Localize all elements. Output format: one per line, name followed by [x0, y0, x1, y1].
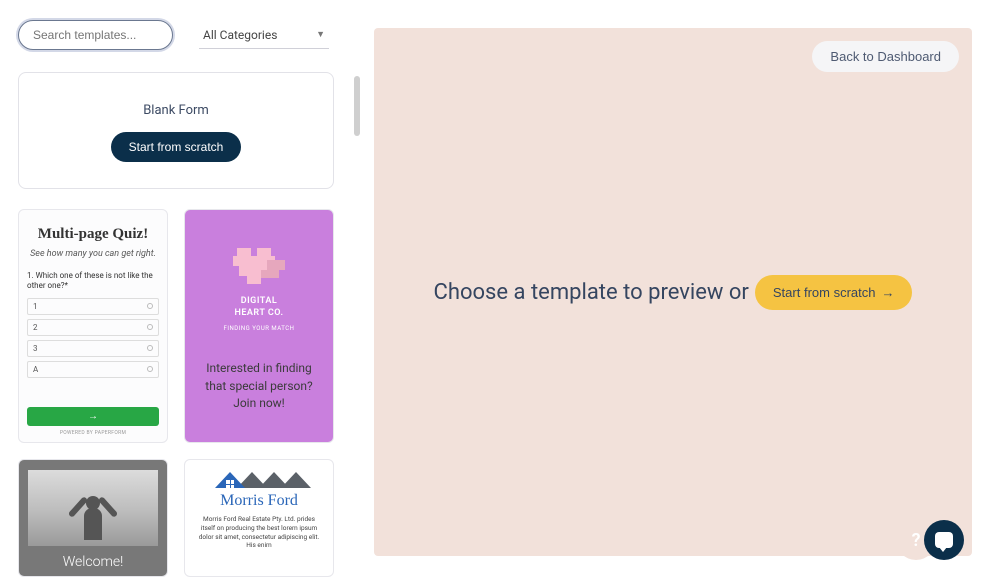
blank-form-title: Blank Form: [29, 103, 323, 118]
category-label: All Categories: [203, 28, 277, 42]
search-input[interactable]: [18, 20, 173, 50]
right-panel: Back to Dashboard Choose a template to p…: [360, 0, 982, 578]
category-select[interactable]: All Categories ▼: [199, 22, 329, 49]
radio-icon: [147, 345, 153, 351]
powered-by-label: POWERED BY PAPERFORM: [27, 430, 159, 436]
quiz-subtitle: See how many you can get right.: [27, 249, 159, 259]
radio-icon: [147, 303, 153, 309]
template-quiz-card[interactable]: Multi-page Quiz! See how many you can ge…: [18, 209, 168, 443]
radio-icon: [147, 366, 153, 372]
person-silhouette-icon: [68, 490, 118, 546]
heart-message: Interested in finding that special perso…: [195, 360, 323, 412]
chat-bubble-icon: [935, 532, 953, 548]
help-cluster: ?: [896, 520, 964, 560]
welcome-label: Welcome!: [63, 554, 124, 570]
blank-form-card: Blank Form Start from scratch: [18, 72, 334, 189]
search-row: All Categories ▼: [18, 20, 342, 50]
preview-area: Back to Dashboard Choose a template to p…: [374, 28, 972, 556]
quiz-option: 3: [27, 340, 159, 357]
quiz-option: A: [27, 361, 159, 378]
chat-button[interactable]: [924, 520, 964, 560]
heart-company-name: DIGITAL HEART CO.: [234, 296, 283, 319]
template-grid: Multi-page Quiz! See how many you can ge…: [18, 209, 338, 443]
scrollbar[interactable]: [354, 76, 360, 136]
template-grid-row2: Welcome! Morris Ford Morris Ford Real Es…: [18, 459, 338, 577]
chevron-down-icon: ▼: [316, 29, 325, 40]
start-pill-label: Start from scratch: [773, 285, 876, 300]
quiz-question: 1. Which one of these is not like the ot…: [27, 271, 159, 292]
template-heart-card[interactable]: DIGITAL HEART CO. FINDING YOUR MATCH Int…: [184, 209, 334, 443]
preview-center-row: Choose a template to preview or Start fr…: [434, 275, 913, 310]
roof-logo-icon: [215, 472, 303, 488]
heart-tagline: FINDING YOUR MATCH: [224, 325, 295, 332]
quiz-submit-bar: →: [27, 407, 159, 426]
radio-icon: [147, 324, 153, 330]
left-panel: All Categories ▼ Blank Form Start from s…: [0, 0, 360, 578]
template-welcome-card[interactable]: Welcome!: [18, 459, 168, 577]
quiz-option: 1: [27, 298, 159, 315]
morris-desc: Morris Ford Real Estate Pty. Ltd. prides…: [195, 515, 323, 550]
back-to-dashboard-button[interactable]: Back to Dashboard: [812, 41, 959, 72]
heart-icon: [231, 242, 287, 290]
start-from-scratch-pill[interactable]: Start from scratch →: [755, 275, 913, 310]
app-container: All Categories ▼ Blank Form Start from s…: [0, 0, 982, 578]
welcome-photo: [28, 470, 158, 546]
start-from-scratch-button[interactable]: Start from scratch: [111, 132, 242, 162]
morris-name: Morris Ford: [220, 492, 298, 510]
template-morris-card[interactable]: Morris Ford Morris Ford Real Estate Pty.…: [184, 459, 334, 577]
quiz-option: 2: [27, 319, 159, 336]
quiz-title: Multi-page Quiz!: [27, 226, 159, 243]
preview-prompt-text: Choose a template to preview or: [434, 280, 749, 305]
arrow-right-icon: →: [881, 285, 894, 300]
question-mark-icon: ?: [912, 530, 921, 551]
